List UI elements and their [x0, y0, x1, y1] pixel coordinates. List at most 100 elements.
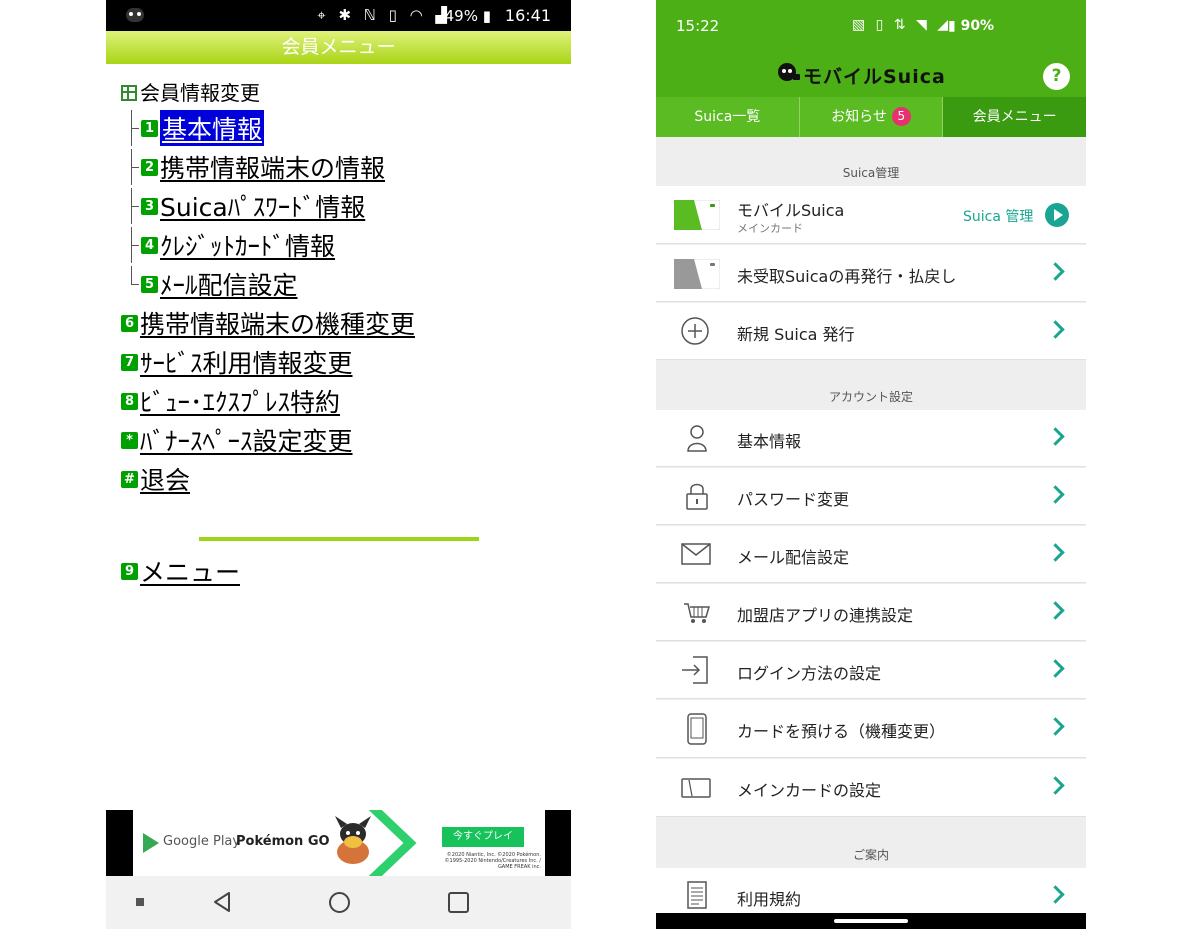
menu-item-device-info[interactable]: 2 携帯情報端末の情報 [121, 149, 385, 185]
status-time: 16:41 [504, 6, 551, 25]
menu-item-unsubscribe[interactable]: # 退会 [121, 461, 190, 497]
row-mobile-suica[interactable]: モバイルSuica メインカード Suica 管理 [656, 186, 1086, 244]
battery-indicator: ▮ 90% [948, 18, 995, 34]
menu-link[interactable]: 退会 [140, 461, 190, 497]
menu-link[interactable]: メニュー [140, 553, 240, 589]
menu-link[interactable]: 携帯情報端末の情報 [160, 149, 385, 185]
menu-link[interactable]: Suicaﾊﾟｽﾜｰﾄﾞ情報 [160, 188, 365, 224]
tab-notices[interactable]: お知らせ 5 [798, 97, 943, 137]
chevron-right-icon [1046, 717, 1065, 736]
ad-play-button[interactable]: 今すぐプレイ [442, 827, 524, 847]
number-badge: 6 [121, 314, 138, 332]
number-badge: 4 [141, 236, 158, 254]
menu-item-banner-space[interactable]: * ﾊﾞﾅｰｽﾍﾟｰｽ設定変更 [121, 422, 353, 458]
chevron-right-icon [1046, 262, 1065, 281]
row-new-suica[interactable]: 新規 Suica 発行 [656, 303, 1086, 360]
menu-link[interactable]: ｸﾚｼﾞｯﾄｶｰﾄﾞ情報 [160, 227, 335, 263]
tree-connector [121, 266, 141, 302]
row-password[interactable]: パスワード変更 [656, 468, 1086, 525]
row-label: 新規 Suica 発行 [737, 325, 855, 344]
row-label: メール配信設定 [737, 548, 850, 567]
row-label: モバイルSuica [737, 201, 845, 220]
tab-label: Suica一覧 [694, 109, 761, 125]
status-bar: 15:22 ▧ ▯ ⇅ ◥ ◢ ▮ 90% [656, 0, 1086, 48]
row-label: 利用規約 [737, 890, 802, 909]
chevron-right-icon [1046, 776, 1065, 795]
suica-penguin-icon [778, 63, 800, 81]
ad-banner[interactable]: Google Play Pokémon GO 今すぐプレイ ©2020 Nian… [106, 810, 571, 876]
number-badge: # [121, 470, 138, 488]
row-label: メインカードの設定 [737, 781, 882, 800]
ad-copyright: ©2020 Niantic, Inc. ©2020 Pokémon. ©1995… [444, 852, 541, 870]
row-login-method[interactable]: ログイン方法の設定 [656, 642, 1086, 699]
divider [199, 537, 479, 541]
page-title: 会員メニュー [106, 31, 571, 64]
nav-indicator-icon [136, 898, 144, 906]
number-badge: 5 [141, 275, 158, 293]
app-header: モバイルSuica ? [656, 48, 1086, 98]
ad-app-name: Pokémon GO [236, 834, 330, 849]
menu-item-device-change[interactable]: 6 携帯情報端末の機種変更 [121, 305, 415, 341]
tree-connector [121, 110, 141, 146]
row-merchant-app[interactable]: 加盟店アプリの連携設定 [656, 584, 1086, 641]
chevron-decoration-icon [368, 810, 417, 876]
chevron-right-icon [1046, 601, 1065, 620]
menu-item-service-info[interactable]: 7 ｻｰﾋﾞｽ利用情報変更 [121, 344, 353, 380]
screenshot-canvas: { "left": { "status_bar": { "icons": "⌖ … [0, 0, 1200, 929]
tab-suica-list[interactable]: Suica一覧 [656, 97, 799, 137]
menu-link[interactable]: ﾋﾞｭｰ･ｴｸｽﾌﾟﾚｽ特約 [140, 383, 340, 419]
menu-link[interactable]: 基本情報 [160, 110, 265, 146]
menu-link[interactable]: ﾊﾞﾅｰｽﾍﾟｰｽ設定変更 [140, 422, 353, 458]
ad-store-label: Google Play [163, 834, 241, 849]
chevron-right-icon [1046, 485, 1065, 504]
section-heading-info: ご案内 [852, 848, 889, 862]
row-main-card[interactable]: メインカードの設定 [656, 759, 1086, 817]
menu-item-mail-settings[interactable]: 5 ﾒｰﾙ配信設定 [121, 266, 298, 302]
menu-link[interactable]: ｻｰﾋﾞｽ利用情報変更 [140, 344, 353, 380]
play-circle-icon[interactable] [1045, 203, 1069, 227]
mail-icon [681, 543, 711, 565]
back-icon[interactable] [211, 891, 233, 913]
menu-item-view-express[interactable]: 8 ﾋﾞｭｰ･ｴｸｽﾌﾟﾚｽ特約 [121, 383, 340, 419]
row-mail-settings[interactable]: メール配信設定 [656, 526, 1086, 583]
row-label: 加盟店アプリの連携設定 [737, 606, 914, 625]
app-title: モバイルSuica [803, 66, 946, 88]
menu-section-title: 会員情報変更 [140, 81, 260, 105]
right-phone-screen: 15:22 ▧ ▯ ⇅ ◥ ◢ ▮ 90% モバイルSuica ? Suica一… [656, 0, 1086, 929]
menu-section-header: 会員情報変更 [121, 78, 321, 108]
row-reissue-refund[interactable]: 未受取Suicaの再発行・払戻し [656, 245, 1086, 302]
menu-item-suica-password[interactable]: 3 Suicaﾊﾟｽﾜｰﾄﾞ情報 [121, 188, 365, 224]
status-bar: ⌖ ✱ ℕ ▯ ◠ ▟ 49% ▮ 16:41 [106, 0, 571, 31]
tab-member-menu[interactable]: 会員メニュー [942, 97, 1086, 137]
home-indicator [656, 913, 1086, 929]
number-badge: 7 [121, 353, 138, 371]
chevron-right-icon [1046, 885, 1065, 904]
help-button[interactable]: ? [1043, 63, 1070, 90]
menu-link[interactable]: ﾒｰﾙ配信設定 [160, 266, 298, 302]
number-badge: 3 [141, 197, 158, 215]
battery-indicator: 49% ▮ [444, 7, 491, 25]
menu-link[interactable]: 携帯情報端末の機種変更 [140, 305, 415, 341]
tree-connector [121, 188, 141, 224]
suica-manage-link[interactable]: Suica 管理 [963, 206, 1033, 226]
phone-icon [687, 713, 707, 745]
chevron-right-icon [1046, 659, 1065, 678]
chevron-right-icon [1046, 320, 1065, 339]
menu-item-basic-info[interactable]: 1 基本情報 [121, 110, 265, 146]
status-icons: ⌖ ✱ ℕ ▯ ◠ ▟ [317, 6, 451, 24]
menu-item-menu[interactable]: 9 メニュー [121, 553, 240, 589]
recent-apps-icon[interactable] [448, 892, 469, 913]
menu-item-credit-card[interactable]: 4 ｸﾚｼﾞｯﾄｶｰﾄﾞ情報 [121, 227, 335, 263]
number-badge: * [121, 431, 138, 449]
tab-bar: Suica一覧 お知らせ 5 会員メニュー [656, 97, 1086, 137]
row-label: パスワード変更 [737, 490, 850, 509]
row-sublabel: メインカード [737, 222, 803, 235]
document-icon [687, 881, 707, 909]
row-basic-info[interactable]: 基本情報 [656, 410, 1086, 467]
home-indicator-bar[interactable] [834, 919, 908, 923]
ad-content[interactable]: Google Play Pokémon GO 今すぐプレイ ©2020 Nian… [133, 810, 545, 876]
row-deposit-card[interactable]: カードを預ける（機種変更） [656, 700, 1086, 758]
row-terms[interactable]: 利用規約 [656, 868, 1086, 914]
row-label: カードを預ける（機種変更） [737, 722, 946, 741]
home-icon[interactable] [329, 892, 350, 913]
